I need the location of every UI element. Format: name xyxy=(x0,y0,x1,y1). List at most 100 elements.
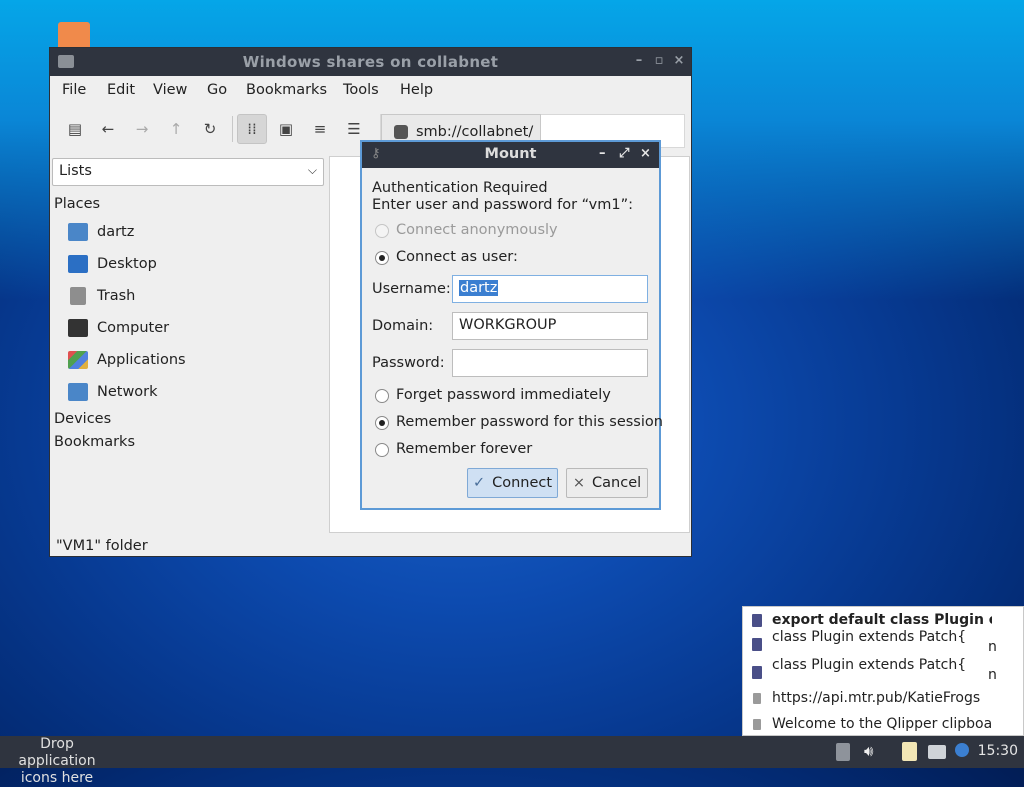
thumbnail-view-icon[interactable]: ▣ xyxy=(271,114,301,144)
cancel-icon: × xyxy=(572,475,586,491)
menubar: File Edit View Go Bookmarks Tools Help xyxy=(50,76,691,106)
maximize-icon[interactable]: ▫ xyxy=(652,53,666,69)
up-icon[interactable]: ↑ xyxy=(161,114,191,144)
mount-dialog: ⚷ Mount – ⤢ × Authentication Required En… xyxy=(360,140,663,510)
text-document-icon xyxy=(752,665,762,679)
close-icon[interactable]: × xyxy=(640,146,651,161)
menu-edit[interactable]: Edit xyxy=(107,82,135,98)
username-value: dartz xyxy=(459,280,499,296)
reload-icon[interactable]: ↻ xyxy=(195,114,225,144)
sidebar-item-home[interactable]: dartz xyxy=(68,220,134,244)
icon-view-icon[interactable]: ⁞⁞ xyxy=(237,114,267,144)
forget-password-radio[interactable] xyxy=(375,389,389,403)
sidebar-mode-value: Lists xyxy=(59,163,92,179)
text-document-icon xyxy=(752,613,762,627)
username-input[interactable]: dartz xyxy=(452,275,648,303)
devices-heading[interactable]: Devices xyxy=(54,411,111,427)
sidebar-item-label: Network xyxy=(97,384,158,400)
plain-text-icon xyxy=(753,718,761,730)
clipboard-item[interactable]: class Plugin extends Patch{ n xyxy=(743,657,1023,687)
menu-file[interactable]: File xyxy=(62,82,86,98)
eject-icon[interactable] xyxy=(836,743,850,761)
clipboard-item-text: Welcome to the Qlipper clipboa xyxy=(772,716,992,732)
new-tab-icon[interactable]: ▤ xyxy=(60,114,90,144)
home-folder-icon xyxy=(68,223,88,241)
clipboard-menu: export default class Plugin ex class Plu… xyxy=(742,606,1024,736)
sidebar-mode-select[interactable]: Lists ⌵ xyxy=(52,158,324,186)
domain-input[interactable]: WORKGROUP xyxy=(452,312,648,340)
clipboard-item-text: https://api.mtr.pub/KatieFrogs xyxy=(772,690,981,706)
remember-forever-label[interactable]: Remember forever xyxy=(396,441,532,457)
clock[interactable]: 15:30 xyxy=(978,743,1018,759)
connect-as-user-label[interactable]: Connect as user: xyxy=(396,249,518,265)
cancel-button[interactable]: × Cancel xyxy=(566,468,648,498)
network-icon[interactable] xyxy=(928,745,946,759)
clipboard-item-continuation: n xyxy=(988,667,997,683)
clipboard-item[interactable]: Welcome to the Qlipper clipboa xyxy=(743,711,1023,735)
cancel-button-label: Cancel xyxy=(592,475,642,491)
taskbar: Drop application icons here 🔊︎ 15:30 xyxy=(0,736,1024,786)
clipboard-item-continuation: n xyxy=(988,639,997,655)
sidebar-item-desktop[interactable]: Desktop xyxy=(68,252,157,276)
sidebar-item-label: Computer xyxy=(97,320,170,336)
clipboard-item[interactable]: https://api.mtr.pub/KatieFrogs xyxy=(743,685,1023,711)
forget-password-label[interactable]: Forget password immediately xyxy=(396,387,611,403)
window-titlebar[interactable]: Windows shares on collabnet – ▫ × xyxy=(50,48,691,76)
sidebar: Lists ⌵ Places dartz Desktop Trash Compu… xyxy=(52,156,326,536)
minimize-icon[interactable]: – xyxy=(632,53,646,69)
computer-icon xyxy=(68,319,88,337)
drop-hint-line1: Drop application xyxy=(18,736,96,769)
clipboard-item-text: class Plugin extends Patch{ xyxy=(772,657,967,673)
menu-go[interactable]: Go xyxy=(207,82,227,98)
check-icon: ✓ xyxy=(472,475,486,491)
sidebar-item-applications[interactable]: Applications xyxy=(68,348,186,372)
compact-view-icon[interactable]: ≡ xyxy=(305,114,335,144)
update-notifier-icon[interactable] xyxy=(955,743,969,757)
sidebar-item-label: Desktop xyxy=(97,256,157,272)
dialog-title: Mount xyxy=(484,146,537,162)
connect-as-user-radio[interactable] xyxy=(375,251,389,265)
bookmarks-heading[interactable]: Bookmarks xyxy=(54,434,135,450)
applications-icon xyxy=(68,351,88,369)
desktop-icon xyxy=(68,255,88,273)
sidebar-item-label: Trash xyxy=(97,288,136,304)
chevron-down-icon: ⌵ xyxy=(307,163,317,177)
places-heading[interactable]: Places xyxy=(54,196,100,212)
sidebar-item-label: Applications xyxy=(97,352,186,368)
password-label: Password: xyxy=(372,355,445,371)
volume-icon[interactable]: 🔊︎ xyxy=(864,742,882,760)
menu-bookmarks[interactable]: Bookmarks xyxy=(246,82,327,98)
remember-session-radio[interactable] xyxy=(375,416,389,430)
trash-icon xyxy=(70,287,86,305)
window-title: Windows shares on collabnet xyxy=(242,53,499,71)
remember-forever-radio[interactable] xyxy=(375,443,389,457)
connect-anonymously-radio xyxy=(375,224,389,238)
maximize-icon[interactable]: ⤢ xyxy=(619,146,629,161)
sidebar-item-computer[interactable]: Computer xyxy=(68,316,169,340)
sidebar-item-network[interactable]: Network xyxy=(68,380,158,404)
connect-anonymously-label: Connect anonymously xyxy=(396,222,558,238)
quicklaunch-drop-area[interactable]: Drop application icons here xyxy=(0,736,114,787)
auth-prompt: Enter user and password for “vm1”: xyxy=(372,197,633,213)
menu-tools[interactable]: Tools xyxy=(343,82,379,98)
password-input[interactable] xyxy=(452,349,648,377)
clipboard-icon[interactable] xyxy=(902,742,917,761)
menu-help[interactable]: Help xyxy=(400,82,433,98)
close-icon[interactable]: × xyxy=(672,53,686,69)
remember-session-label[interactable]: Remember password for this session xyxy=(396,414,663,430)
dialog-titlebar[interactable]: ⚷ Mount – ⤢ × xyxy=(362,142,659,168)
sidebar-item-trash[interactable]: Trash xyxy=(68,284,135,308)
auth-heading: Authentication Required xyxy=(372,180,548,196)
toolbar-separator xyxy=(232,116,233,142)
menu-view[interactable]: View xyxy=(153,82,187,98)
connect-button[interactable]: ✓ Connect xyxy=(467,468,558,498)
forward-icon[interactable]: → xyxy=(127,114,157,144)
back-icon[interactable]: ← xyxy=(93,114,123,144)
clipboard-item[interactable]: class Plugin extends Patch{ n xyxy=(743,629,1023,659)
minimize-icon[interactable]: – xyxy=(599,146,606,161)
sidebar-item-label: dartz xyxy=(97,224,135,240)
clipboard-item-text: export default class Plugin ex xyxy=(772,612,992,628)
network-drive-icon xyxy=(394,124,408,139)
plain-text-icon xyxy=(753,692,761,704)
connect-button-label: Connect xyxy=(492,475,553,491)
